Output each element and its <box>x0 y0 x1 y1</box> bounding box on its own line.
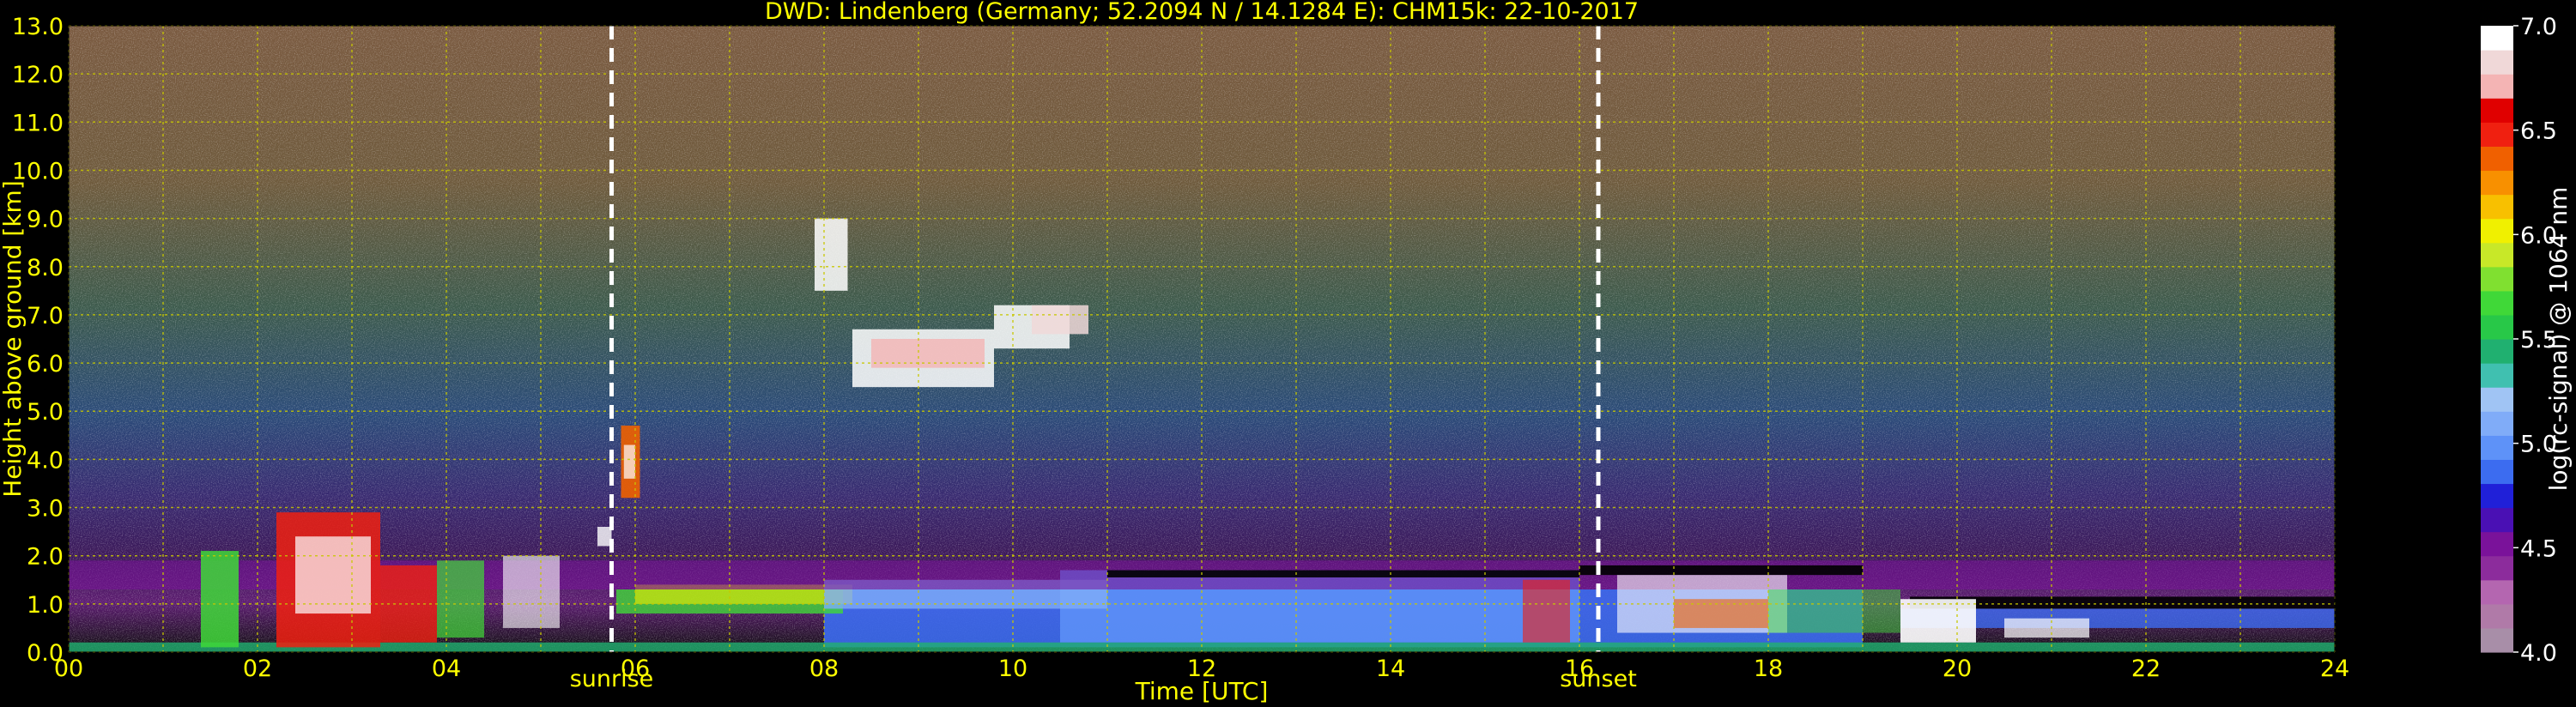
x-tick-label: 02 <box>243 656 272 682</box>
chart-title: DWD: Lindenberg (Germany; 52.2094 N / 14… <box>765 0 1639 25</box>
colorbar-tick-label: 4.5 <box>2520 535 2557 562</box>
y-tick-label: 13.0 <box>12 14 64 40</box>
colorbar-segment <box>2481 266 2513 292</box>
colorbar-segment <box>2481 170 2513 196</box>
x-tick-label: 04 <box>432 656 461 682</box>
lidar-backscatter-chart: sunrise sunset 0.01.02.03.04.05.06.07.08.… <box>0 0 2573 705</box>
colorbar-segment <box>2481 26 2513 51</box>
colorbar-segment <box>2481 50 2513 75</box>
data-feature <box>2004 618 2089 638</box>
data-feature <box>1523 579 1570 643</box>
y-tick-label: 8.0 <box>27 255 64 281</box>
x-tick-label: 14 <box>1376 656 1405 682</box>
colorbar-segment <box>2481 531 2513 557</box>
data-feature <box>503 555 560 628</box>
y-tick-label: 7.0 <box>27 303 64 329</box>
x-tick-label: 20 <box>1943 656 1972 682</box>
colorbar-segment <box>2481 290 2513 316</box>
data-feature <box>1107 570 1579 577</box>
colorbar-tick-label: 4.0 <box>2520 640 2557 667</box>
y-tick-label: 3.0 <box>27 496 64 523</box>
data-feature <box>1032 305 1088 335</box>
data-feature <box>623 444 635 479</box>
colorbar-segment <box>2481 387 2513 412</box>
data-feature <box>815 218 848 291</box>
y-axis-label: Height above ground [km] <box>0 180 27 498</box>
x-tick-label: 00 <box>54 656 83 682</box>
data-feature <box>201 551 239 648</box>
colorbar-segment <box>2481 603 2513 629</box>
x-tick-label: 18 <box>1754 656 1783 682</box>
colorbar-segment <box>2481 627 2513 653</box>
colorbar-segment <box>2481 146 2513 172</box>
colorbar-segment <box>2481 555 2513 581</box>
x-tick-label: 22 <box>2131 656 2161 682</box>
data-feature <box>1579 565 1863 576</box>
colorbar-segment <box>2481 218 2513 244</box>
x-tick-label: 24 <box>2320 656 2349 682</box>
colorbar-tick-label: 7.0 <box>2520 14 2557 40</box>
colorbar-segment <box>2481 314 2513 340</box>
colorbar-tick-label: 6.5 <box>2520 118 2557 145</box>
y-tick-label: 5.0 <box>27 399 64 426</box>
data-feature <box>1900 599 1976 643</box>
y-tick-label: 2.0 <box>27 544 64 571</box>
x-tick-label: 08 <box>809 656 839 682</box>
colorbar-segment <box>2481 363 2513 388</box>
y-tick-label: 1.0 <box>27 592 64 619</box>
data-feature <box>437 560 484 638</box>
colorbar-segment <box>2481 242 2513 268</box>
x-tick-label: 16 <box>1565 656 1594 682</box>
colorbar-label: log(rc-signal) @ 1064 nm <box>2544 187 2573 492</box>
colorbar-segment <box>2481 339 2513 364</box>
y-tick-label: 12.0 <box>12 62 64 88</box>
colorbar-segment <box>2481 122 2513 147</box>
colorbar-segment <box>2481 459 2513 485</box>
x-axis-label: Time [UTC] <box>1135 677 1269 705</box>
colorbar-segment <box>2481 194 2513 220</box>
colorbar-segment <box>2481 483 2513 509</box>
x-tick-label: 06 <box>621 656 650 682</box>
colorbar-segment <box>2481 435 2513 460</box>
x-tick-label: 10 <box>998 656 1027 682</box>
colorbar-segment <box>2481 98 2513 123</box>
data-feature <box>295 536 371 614</box>
colorbar-segment <box>2481 579 2513 605</box>
y-tick-label: 9.0 <box>27 207 64 233</box>
data-feature <box>1768 589 1900 633</box>
colorbar-segment <box>2481 507 2513 533</box>
y-tick-label: 6.0 <box>27 351 64 378</box>
colorbar-segment <box>2481 411 2513 436</box>
plot-area: sunrise sunset <box>68 25 2336 692</box>
y-tick-label: 4.0 <box>27 447 64 474</box>
y-tick-label: 11.0 <box>12 110 64 136</box>
colorbar-segment <box>2481 74 2513 99</box>
